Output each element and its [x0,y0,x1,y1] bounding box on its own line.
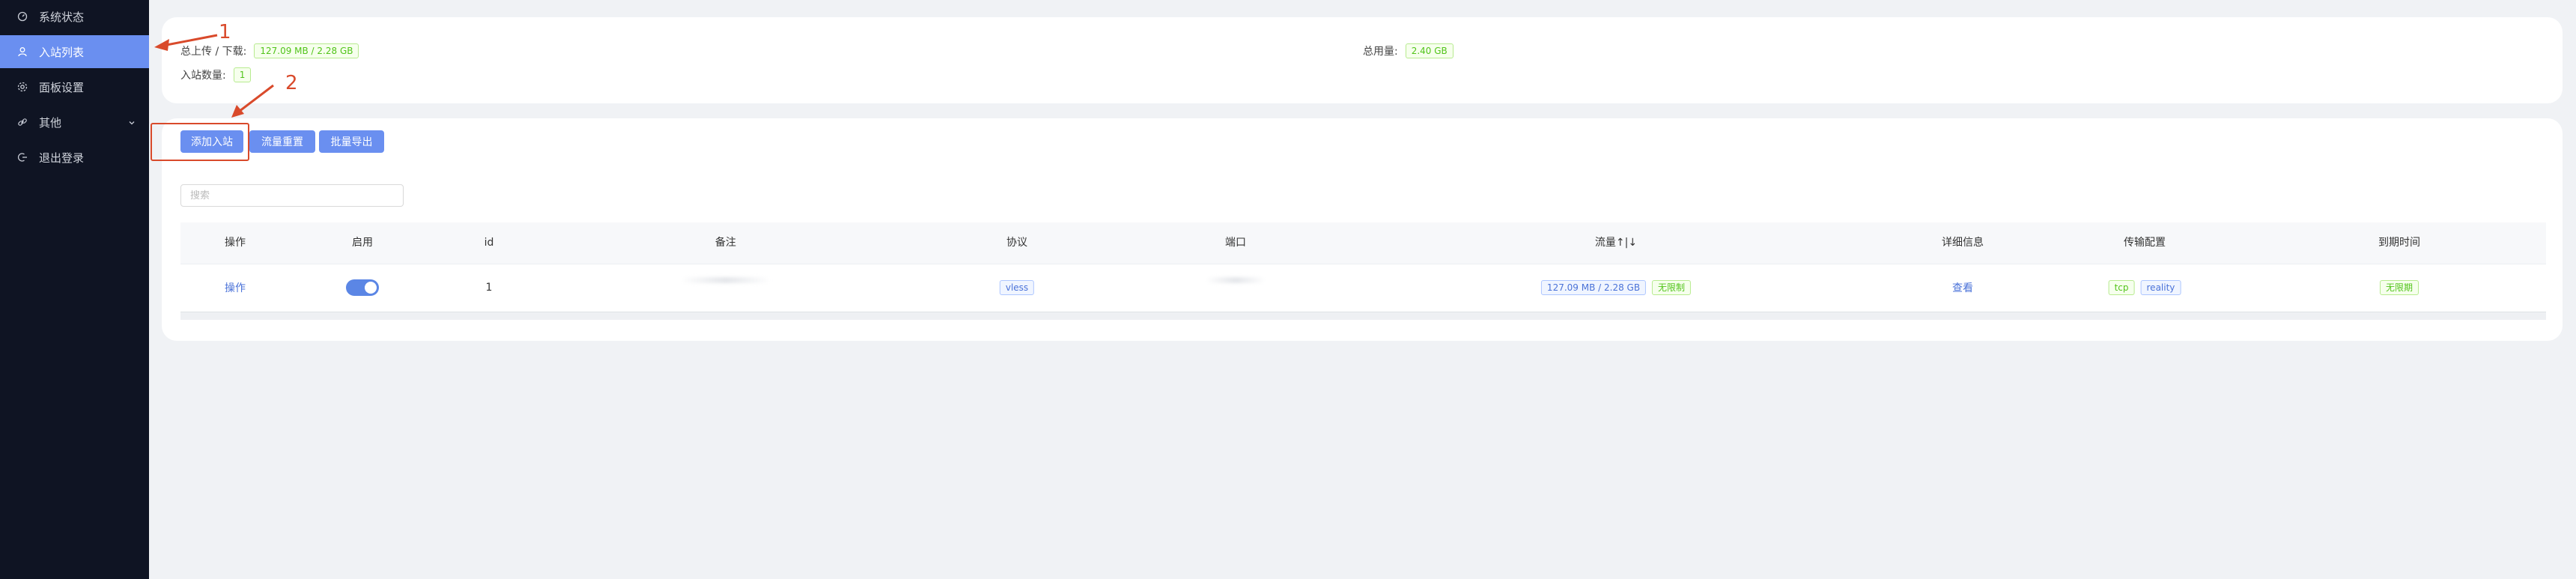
annotation-step-2: 2 [285,72,298,94]
annotation-arrows [154,34,274,118]
annotation-step-1: 1 [219,21,231,43]
